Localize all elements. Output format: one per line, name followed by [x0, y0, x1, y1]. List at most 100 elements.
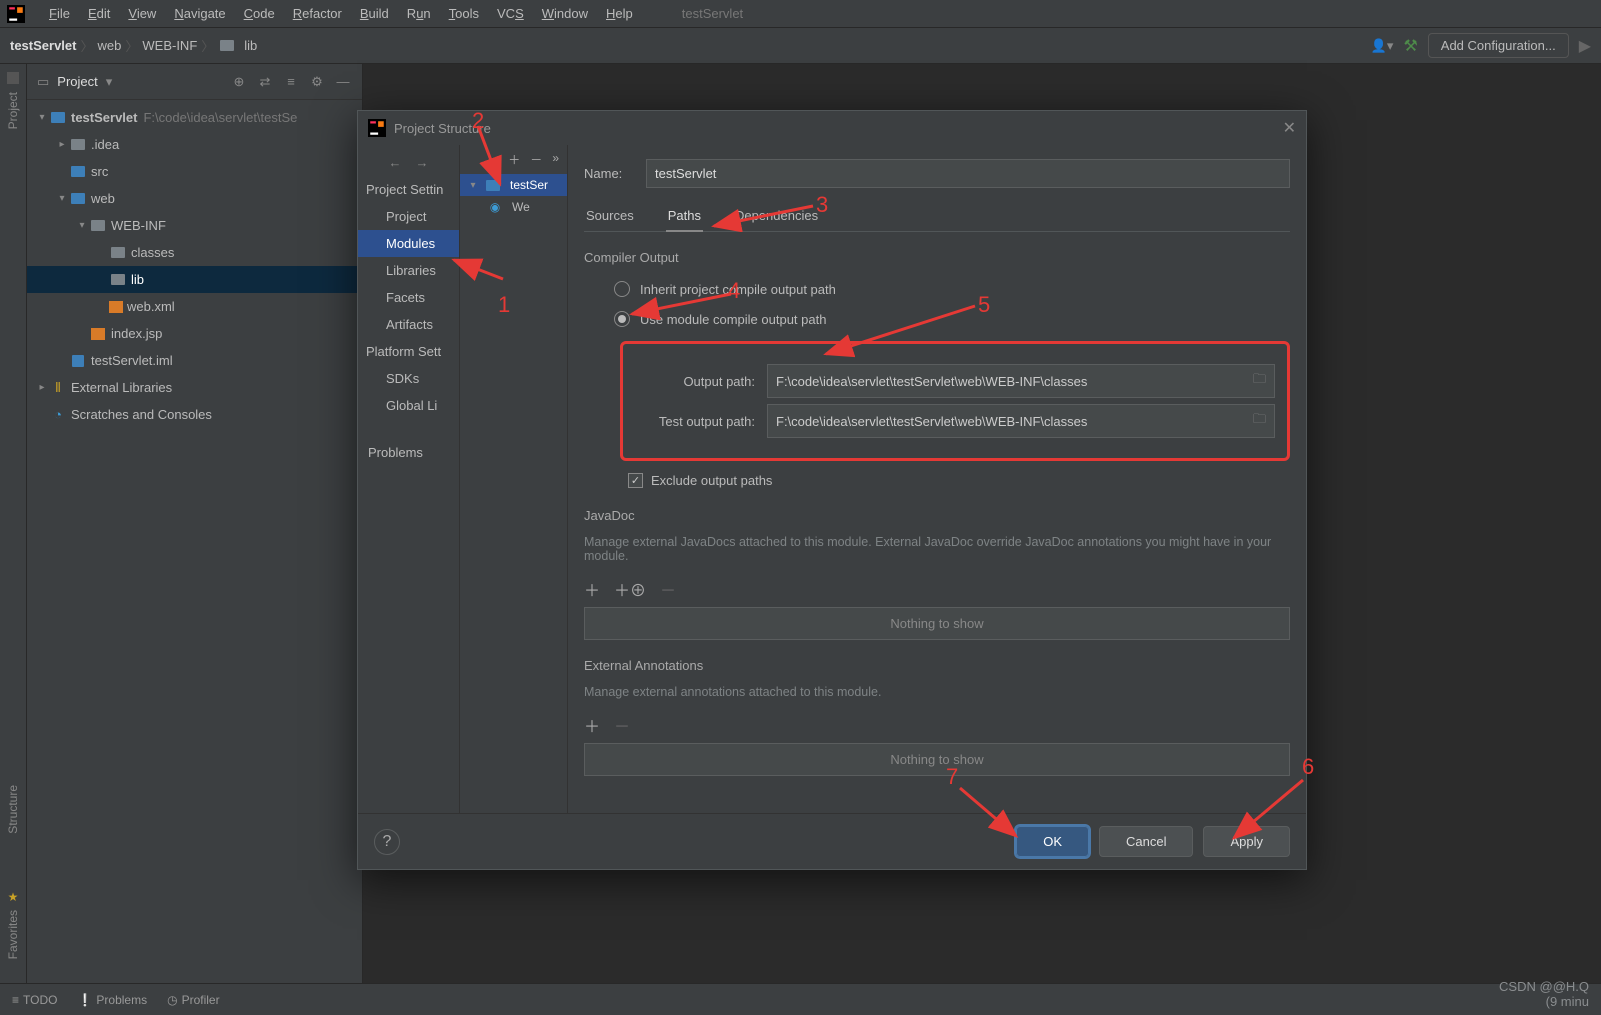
nav-facets[interactable]: Facets	[358, 284, 459, 311]
facet-item[interactable]: ◉ We	[460, 196, 567, 218]
dialog-content: Name: Sources Paths Dependencies Compile…	[568, 145, 1306, 813]
chevron-down-icon[interactable]: ▾	[75, 220, 89, 231]
tree-item[interactable]: ▾ WEB-INF	[27, 212, 362, 239]
breadcrumb-item[interactable]: lib	[244, 38, 257, 53]
tree-item[interactable]: web.xml	[27, 293, 362, 320]
tree-item-selected[interactable]: lib	[27, 266, 362, 293]
radio-label: Inherit project compile output path	[640, 282, 836, 297]
nav-artifacts[interactable]: Artifacts	[358, 311, 459, 338]
project-tree[interactable]: ▾ testServlet F:\code\idea\servlet\testS…	[27, 100, 362, 983]
status-profiler[interactable]: ◷ Profiler	[167, 993, 220, 1007]
nav-project[interactable]: Project	[358, 203, 459, 230]
remove-icon[interactable]: －	[530, 151, 542, 168]
folder-icon	[89, 220, 107, 231]
jsp-file-icon	[89, 328, 107, 340]
tree-item[interactable]: classes	[27, 239, 362, 266]
collapse-all-icon[interactable]: ≡	[282, 73, 300, 91]
hide-icon[interactable]: —	[334, 73, 352, 91]
apply-button[interactable]: Apply	[1203, 826, 1290, 857]
chevron-right-icon[interactable]: ▸	[55, 139, 69, 150]
tree-item-scratches[interactable]: ◔ Scratches and Consoles	[27, 401, 362, 428]
inherit-radio[interactable]: Inherit project compile output path	[584, 277, 1290, 307]
project-name-label: testServlet	[682, 6, 743, 21]
tree-item[interactable]: ▸ .idea	[27, 131, 362, 158]
use-module-radio[interactable]: Use module compile output path	[584, 307, 1290, 337]
run-play-icon[interactable]: ▶	[1579, 36, 1591, 56]
nav-modules[interactable]: Modules	[358, 230, 459, 257]
add-icon[interactable]: ＋	[584, 713, 600, 737]
breadcrumb-item[interactable]: testServlet	[10, 38, 76, 53]
checkbox-on-icon	[628, 473, 643, 488]
tree-root[interactable]: ▾ testServlet F:\code\idea\servlet\testS…	[27, 104, 362, 131]
remove-icon[interactable]: －	[614, 713, 630, 737]
structure-tool-tab[interactable]: Structure	[6, 779, 20, 840]
menu-help[interactable]: Help	[597, 6, 642, 21]
module-item[interactable]: ▾ testSer	[460, 174, 567, 196]
browse-folder-icon[interactable]: 🗀	[1253, 370, 1266, 392]
project-tool-tab[interactable]: Project	[6, 86, 20, 135]
tree-item[interactable]: index.jsp	[27, 320, 362, 347]
favorites-tool-tab[interactable]: Favorites	[6, 904, 20, 965]
menu-run[interactable]: Run	[398, 6, 440, 21]
tree-item[interactable]: ▾ web	[27, 185, 362, 212]
module-name-input[interactable]	[646, 159, 1290, 188]
expand-all-icon[interactable]: ⇄	[256, 73, 274, 91]
test-output-path-input[interactable]: F:\code\idea\servlet\testServlet\web\WEB…	[767, 404, 1275, 438]
forward-icon[interactable]: →	[416, 155, 429, 170]
radio-off-icon	[614, 281, 630, 297]
tree-item-external-libs[interactable]: ▸ ⫴ External Libraries	[27, 374, 362, 401]
chevron-right-icon[interactable]: ▸	[35, 382, 49, 393]
chevron-down-icon[interactable]: ▾	[35, 112, 49, 123]
add-icon[interactable]: ＋	[584, 577, 600, 601]
javadoc-title: JavaDoc	[584, 508, 1290, 523]
menu-window[interactable]: Window	[533, 6, 597, 21]
locate-icon[interactable]: ⊕	[230, 73, 248, 91]
cancel-button[interactable]: Cancel	[1099, 826, 1193, 857]
tab-dependencies[interactable]: Dependencies	[733, 202, 820, 231]
tab-sources[interactable]: Sources	[584, 202, 636, 231]
tree-item[interactable]: testServlet.iml	[27, 347, 362, 374]
gear-icon[interactable]: ⚙	[308, 73, 326, 91]
nav-libraries[interactable]: Libraries	[358, 257, 459, 284]
nav-problems[interactable]: Problems	[358, 439, 459, 466]
remove-icon[interactable]: －	[660, 577, 676, 601]
more-icon[interactable]: »	[552, 151, 559, 168]
menu-navigate[interactable]: Navigate	[165, 6, 234, 21]
add-icon[interactable]: ＋	[508, 151, 520, 168]
nav-global-libs[interactable]: Global Li	[358, 392, 459, 419]
menu-view[interactable]: View	[119, 6, 165, 21]
menu-build[interactable]: Build	[351, 6, 398, 21]
xml-file-icon	[109, 301, 123, 313]
view-mode-dropdown-icon[interactable]: ▾	[106, 74, 113, 90]
close-icon[interactable]: ✕	[1283, 118, 1296, 138]
menu-code[interactable]: Code	[235, 6, 284, 21]
breadcrumb-item[interactable]: web	[98, 38, 122, 53]
nav-sdks[interactable]: SDKs	[358, 365, 459, 392]
exclude-output-checkbox[interactable]: Exclude output paths	[628, 473, 1290, 488]
chevron-right-icon: 〉	[201, 36, 214, 55]
add-url-icon[interactable]: ＋⊕	[614, 577, 646, 601]
menu-file[interactable]: File	[40, 6, 79, 21]
javadoc-empty: Nothing to show	[584, 607, 1290, 640]
tree-item[interactable]: src	[27, 158, 362, 185]
module-list: ＋ － » ▾ testSer ◉ We	[460, 145, 568, 813]
intellij-logo-icon	[368, 119, 386, 137]
tab-paths[interactable]: Paths	[666, 202, 703, 231]
user-dropdown-icon[interactable]: 👤▾	[1371, 38, 1394, 54]
add-configuration-button[interactable]: Add Configuration...	[1428, 33, 1569, 58]
browse-folder-icon[interactable]: 🗀	[1253, 410, 1266, 432]
back-icon[interactable]: ←	[389, 155, 402, 170]
iml-file-icon	[69, 355, 87, 367]
help-icon[interactable]: ?	[374, 829, 400, 855]
output-path-input[interactable]: F:\code\idea\servlet\testServlet\web\WEB…	[767, 364, 1275, 398]
status-problems[interactable]: ❕ Problems	[77, 993, 147, 1007]
menu-vcs[interactable]: VCS	[488, 6, 533, 21]
menu-edit[interactable]: Edit	[79, 6, 119, 21]
build-hammer-icon[interactable]: ⚒	[1403, 36, 1417, 56]
breadcrumb-item[interactable]: WEB-INF	[142, 38, 197, 53]
status-todo[interactable]: ≡ TODO	[12, 993, 57, 1007]
ok-button[interactable]: OK	[1016, 826, 1089, 857]
menu-tools[interactable]: Tools	[440, 6, 488, 21]
menu-refactor[interactable]: Refactor	[284, 6, 351, 21]
chevron-down-icon[interactable]: ▾	[55, 193, 69, 204]
